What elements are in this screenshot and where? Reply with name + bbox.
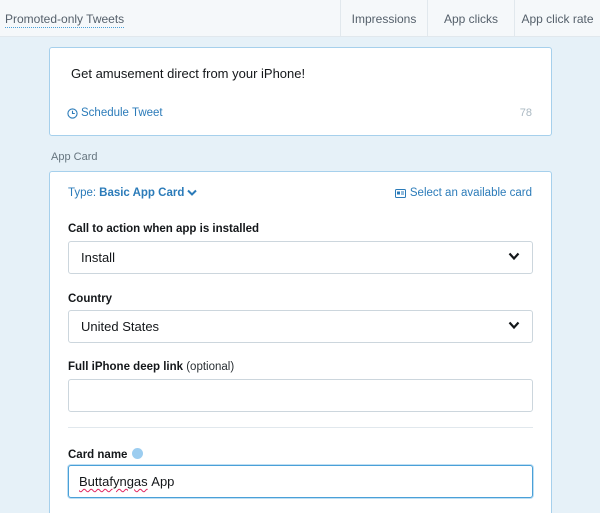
select-available-card-link[interactable]: Select an available card	[394, 187, 532, 199]
cta-label: Call to action when app is installed	[68, 223, 260, 235]
cta-select-value: Install	[81, 250, 115, 265]
column-app-click-rate[interactable]: App click rate	[514, 0, 600, 37]
schedule-tweet-link[interactable]: Schedule Tweet	[67, 107, 163, 119]
app-card-section-label: App Card	[51, 151, 98, 163]
promoted-only-tweets-link[interactable]: Promoted-only Tweets	[5, 12, 125, 28]
country-select-value: United States	[81, 319, 160, 334]
chevron-down-icon	[187, 189, 198, 196]
info-icon[interactable]	[132, 448, 144, 459]
tweet-compose-box[interactable]: Get amusement direct from your iPhone! S…	[49, 47, 552, 136]
clock-icon	[67, 107, 78, 119]
app-card-panel: Type: Basic App Card Select an available…	[49, 171, 552, 513]
schedule-tweet-label: Schedule Tweet	[81, 107, 163, 119]
deep-link-input[interactable]	[68, 379, 533, 412]
optional-label: (optional)	[186, 361, 235, 373]
card-type-value: Basic App Card	[99, 187, 185, 199]
card-name-input[interactable]: Buttafyngas App	[68, 465, 533, 498]
column-impressions[interactable]: Impressions	[340, 0, 427, 37]
select-available-card-label: Select an available card	[409, 187, 532, 199]
deep-link-label: Full iPhone deep link (optional)	[68, 361, 234, 373]
table-header: Promoted-only Tweets Impressions App cli…	[0, 0, 600, 37]
card-name-label: Card name	[68, 448, 144, 461]
card-type-selector[interactable]: Type: Basic App Card	[68, 187, 198, 199]
divider	[68, 427, 533, 428]
deep-link-label-text: Full iPhone deep link	[68, 361, 184, 373]
country-select[interactable]: United States	[68, 310, 533, 343]
chevron-down-icon	[508, 321, 520, 330]
tweet-text[interactable]: Get amusement direct from your iPhone!	[71, 66, 305, 81]
card-name-label-text: Card name	[68, 449, 128, 461]
card-icon	[394, 188, 406, 198]
column-app-clicks[interactable]: App clicks	[427, 0, 514, 37]
chevron-down-icon	[508, 252, 520, 261]
cta-select[interactable]: Install	[68, 241, 533, 274]
card-name-word: App	[151, 474, 175, 489]
card-name-word-misspelled: Buttafyngas	[79, 474, 148, 489]
character-counter: 78	[519, 107, 532, 119]
card-type-prefix: Type:	[68, 187, 97, 199]
country-label: Country	[68, 293, 113, 305]
